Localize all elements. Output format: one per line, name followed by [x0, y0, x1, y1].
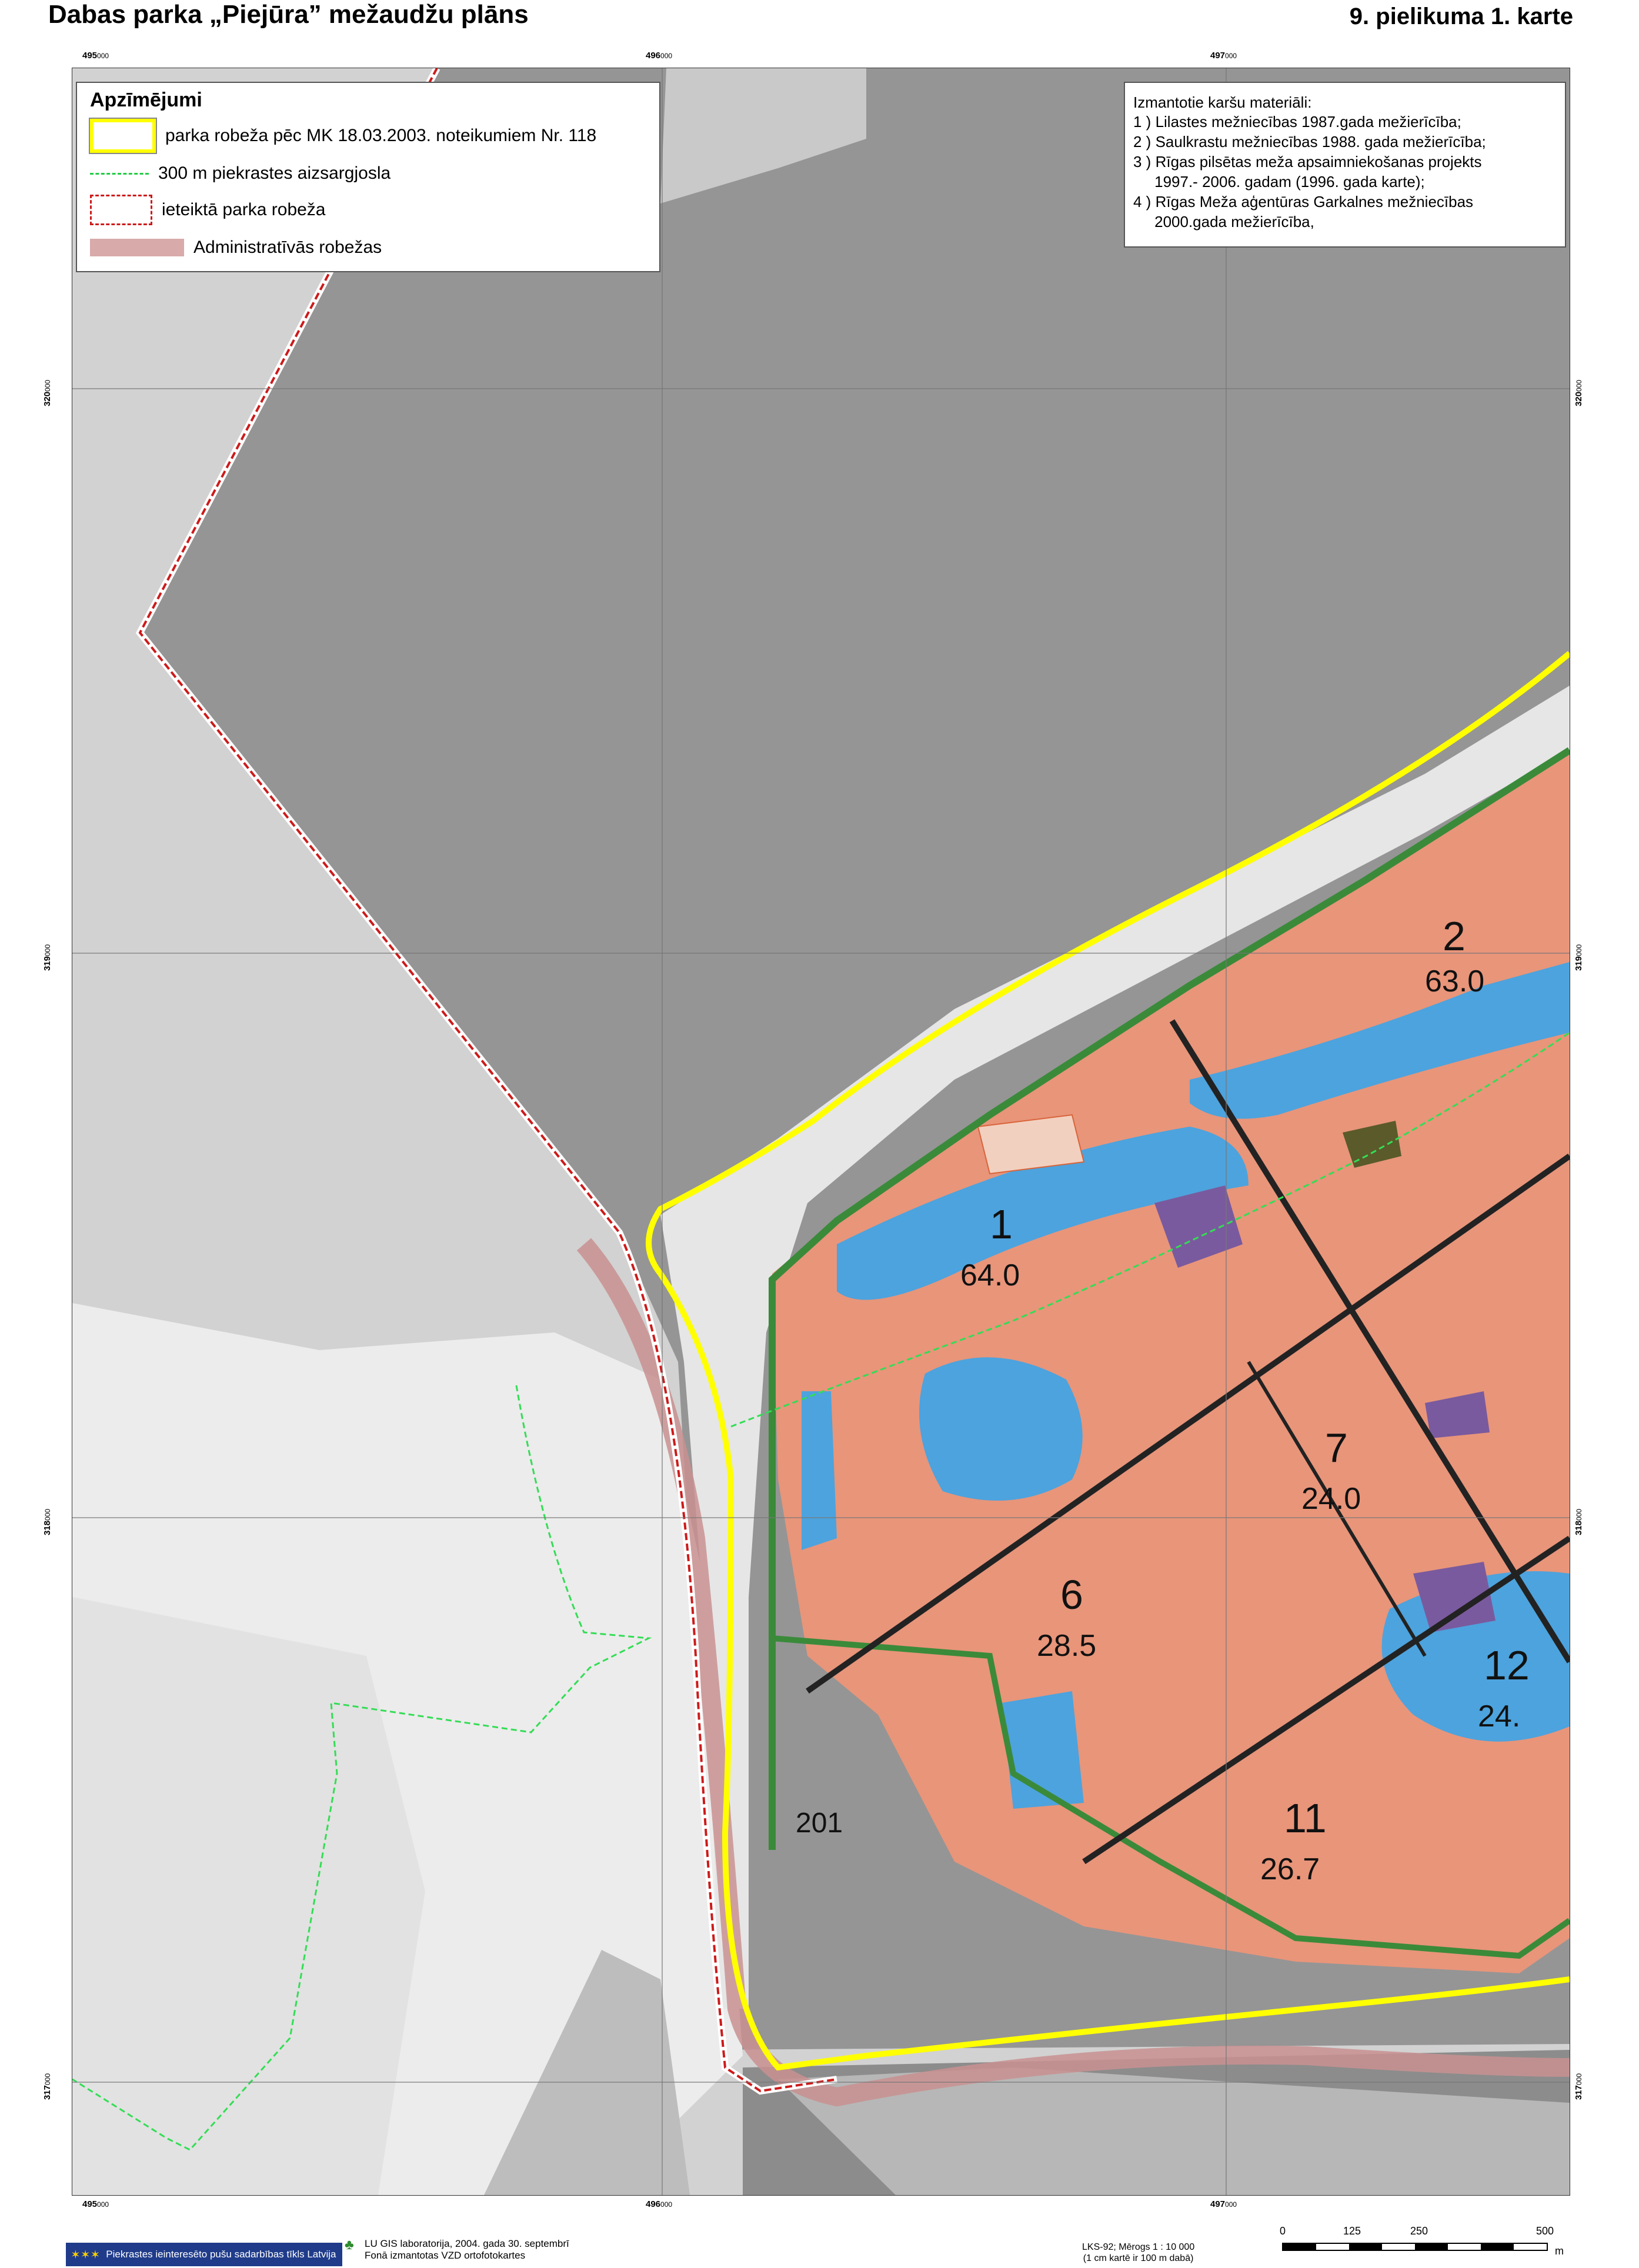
- compartment-7-area: 24.0: [1301, 1482, 1361, 1516]
- eu-stars-icon: ✶✶✶: [71, 2248, 101, 2262]
- compartment-6-area: 28.5: [1037, 1629, 1096, 1663]
- y-coord-right-320: 320000: [1574, 379, 1584, 407]
- ortho-photo-forest: [72, 1597, 425, 2195]
- scale-bar-segments: [1282, 2243, 1548, 2251]
- legend-item-coastal-zone: 300 m piekrastes aizsargjosla: [90, 157, 390, 190]
- sources-heading: Izmantotie karšu materiāli:: [1133, 93, 1312, 111]
- x-coord-bottom-497: 497000: [1210, 2199, 1237, 2209]
- x-coord-top-496: 496000: [646, 51, 673, 61]
- compartment-12-id: 12: [1484, 1642, 1530, 1688]
- x-coord-bottom-496: 496000: [646, 2199, 673, 2209]
- legend-item-recommended-boundary: ieteiktā parka robeža: [90, 193, 326, 226]
- scale-unit: m: [1555, 2245, 1564, 2257]
- scale-text-line2: (1 cm kartē ir 100 m dabā): [1083, 2253, 1194, 2263]
- scale-text: LKS-92; Mērogs 1 : 10 000 (1 cm kartē ir…: [1082, 2242, 1194, 2264]
- source-item-4: 4 ) Rīgas Meža aģentūras Garkalnes mežni…: [1133, 193, 1474, 211]
- y-coord-left-320: 320000: [42, 379, 53, 407]
- legend-item-park-boundary: parka robeža pēc MK 18.03.2003. noteikum…: [90, 119, 597, 153]
- scale-tick-0: 0: [1280, 2225, 1286, 2237]
- source-item-3: 3 ) Rīgas pilsētas meža apsaimniekošanas…: [1133, 153, 1482, 171]
- legend-label-coastal-zone: 300 m piekrastes aizsargjosla: [158, 163, 391, 183]
- scale-tick-500: 500: [1536, 2225, 1554, 2237]
- legend-item-admin-boundary: Administratīvās robežas: [90, 231, 382, 264]
- eu-logo-banner: ✶✶✶ Piekrastes ieinteresēto pušu sadarbī…: [66, 2243, 342, 2266]
- source-item-1: 1 ) Lilastes mežniecības 1987.gada mežie…: [1133, 113, 1461, 131]
- coastal-zone-line-icon: [90, 172, 149, 175]
- blue-patch-2: [919, 1357, 1083, 1501]
- compartment-11-area: 26.7: [1260, 1852, 1320, 1886]
- eu-logo-text: Piekrastes ieinteresēto pušu sadarbības …: [106, 2249, 336, 2260]
- recommended-boundary-swatch-icon: [90, 195, 152, 225]
- source-item-2: 2 ) Saulkrastu mežniecības 1988. gada me…: [1133, 133, 1486, 151]
- compartment-12-area: 24.: [1478, 1699, 1520, 1733]
- scale-tick-125: 125: [1343, 2225, 1361, 2237]
- legend-label-recommended-boundary: ieteiktā parka robeža: [162, 200, 326, 219]
- map-title: Dabas parka „Piejūra” mežaudžu plāns: [48, 0, 529, 29]
- blue-patch-5: [802, 1391, 837, 1550]
- sources-box: Izmantotie karšu materiāli: 1 ) Lilastes…: [1124, 82, 1566, 248]
- map-canvas[interactable]: 1 64.0 2 63.0 6 28.5 7 24.0 11 26.7 12 2…: [72, 68, 1570, 2196]
- compartment-1-id: 1: [990, 1201, 1013, 1247]
- y-coord-right-318: 318000: [1574, 1508, 1584, 1536]
- tree-logo-icon: ♣: [345, 2237, 354, 2253]
- y-coord-right-317: 317000: [1574, 2073, 1584, 2100]
- compartment-201-id: 201: [796, 1808, 843, 1839]
- y-coord-right-319: 319000: [1574, 944, 1584, 971]
- scale-bar: 0 125 250 500 m: [1277, 2225, 1571, 2266]
- legend-label-park-boundary: parka robeža pēc MK 18.03.2003. noteikum…: [165, 126, 597, 145]
- y-coord-left-317: 317000: [42, 2073, 53, 2100]
- compartment-11-id: 11: [1284, 1795, 1327, 1841]
- lab-credit: ♣ LU GIS laboratorija, 2004. gada 30. se…: [345, 2238, 569, 2262]
- admin-boundary-swatch-icon: [90, 239, 184, 256]
- compartment-6-id: 6: [1060, 1572, 1083, 1618]
- y-coord-left-319: 319000: [42, 944, 53, 971]
- legend-label-admin-boundary: Administratīvās robežas: [193, 238, 382, 257]
- legend-title: Apzīmējumi: [90, 89, 202, 111]
- source-item-4-cont: 2000.gada mežierīcība,: [1133, 213, 1314, 231]
- x-coord-bottom-495: 495000: [82, 2199, 109, 2209]
- scale-tick-250: 250: [1410, 2225, 1428, 2237]
- compartment-2-area: 63.0: [1425, 964, 1484, 998]
- compartment-2-id: 2: [1443, 913, 1466, 959]
- annex-label: 9. pielikuma 1. karte: [1349, 4, 1573, 29]
- x-coord-top-495: 495000: [82, 51, 109, 61]
- park-boundary-swatch-icon: [90, 119, 156, 153]
- legend-box: Apzīmējumi parka robeža pēc MK 18.03.200…: [76, 82, 660, 272]
- source-item-3-cont: 1997.- 2006. gadam (1996. gada karte);: [1133, 173, 1425, 191]
- compartment-7-id: 7: [1325, 1425, 1348, 1471]
- lab-credit-line1: LU GIS laboratorija, 2004. gada 30. sept…: [365, 2238, 569, 2249]
- y-coord-left-318: 318000: [42, 1508, 53, 1536]
- lab-credit-line2: Fonā izmantotas VZD ortofotokartes: [365, 2250, 526, 2261]
- x-coord-top-497: 497000: [1210, 51, 1237, 61]
- scale-text-line1: LKS-92; Mērogs 1 : 10 000: [1082, 2242, 1195, 2252]
- compartment-1-area: 64.0: [960, 1258, 1020, 1292]
